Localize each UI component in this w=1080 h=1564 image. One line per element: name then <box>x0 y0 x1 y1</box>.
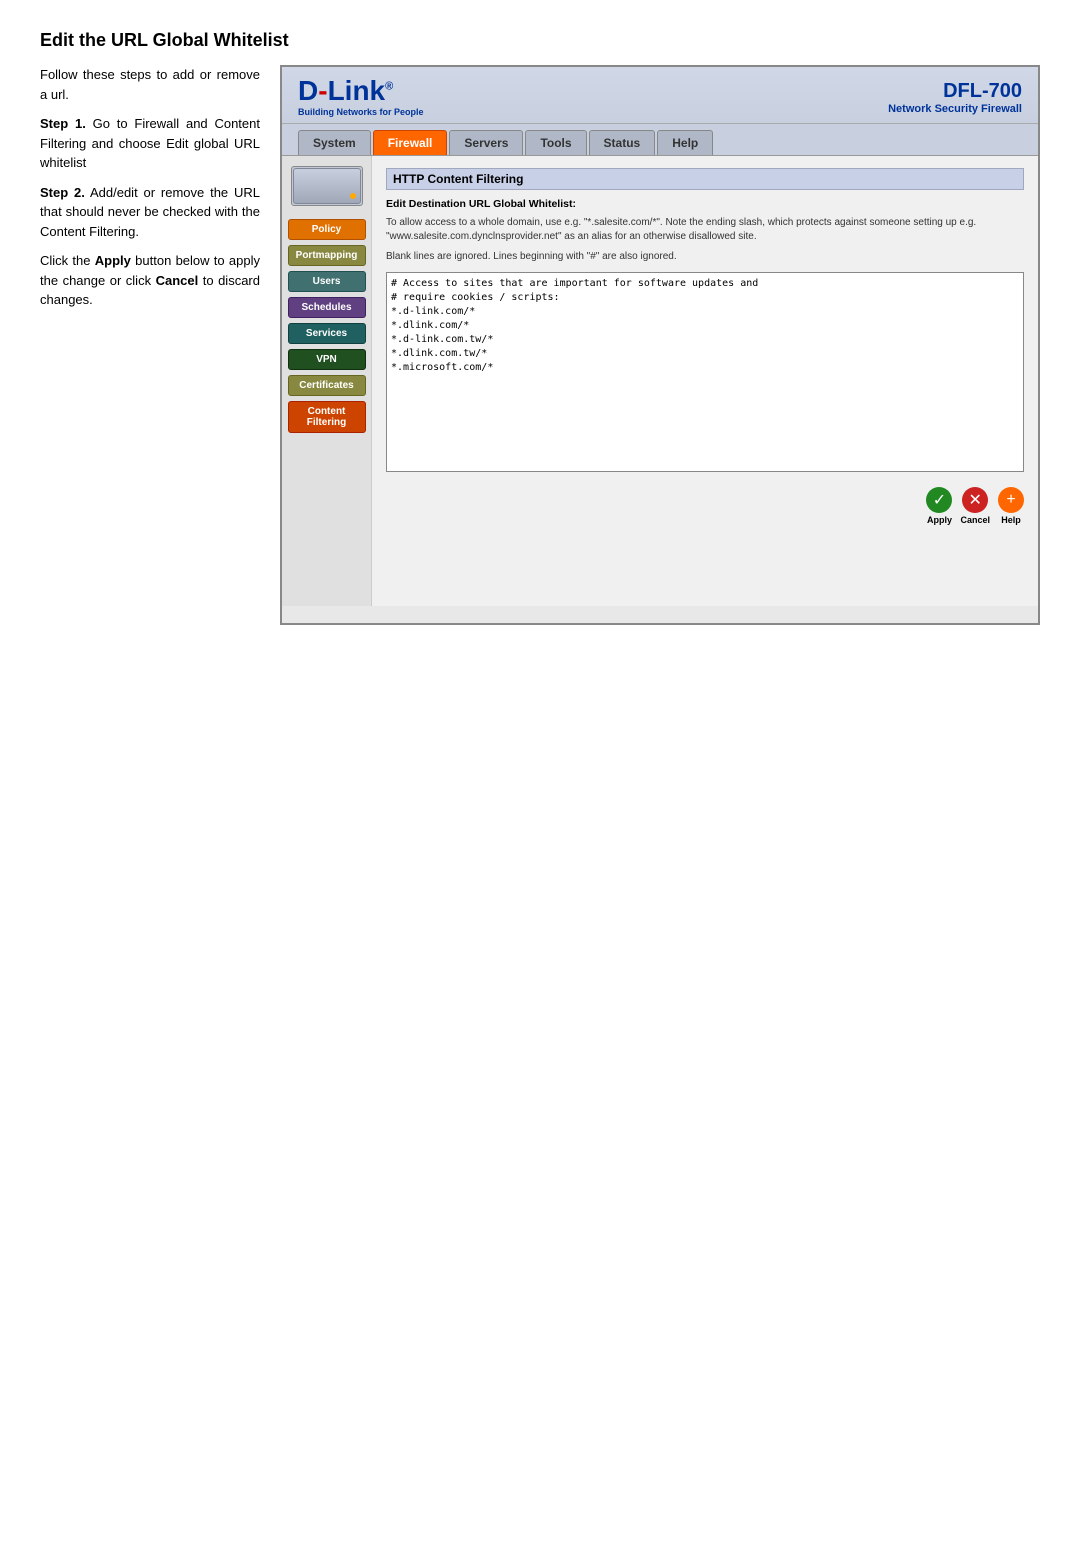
sidebar-btn-policy[interactable]: Policy <box>288 219 366 240</box>
apply-label: Apply <box>927 515 952 525</box>
step1-label: Step 1. <box>40 116 86 131</box>
cancel-label: Cancel <box>960 515 990 525</box>
sidebar-btn-portmapping[interactable]: Portmapping <box>288 245 366 266</box>
tab-system[interactable]: System <box>298 130 371 155</box>
step3-text: Click the <box>40 253 95 268</box>
content-note2: Blank lines are ignored. Lines beginning… <box>386 250 1024 264</box>
content-description: Edit Destination URL Global Whitelist: <box>386 198 1024 210</box>
help-icon[interactable]: + <box>998 487 1024 513</box>
tab-firewall[interactable]: Firewall <box>373 130 448 155</box>
sidebar-btn-content-filtering[interactable]: Content Filtering <box>288 401 366 433</box>
router-header: D-Link® Building Networks for People DFL… <box>282 67 1038 124</box>
brand-name: D-Link® <box>298 77 393 105</box>
brand-tagline: Building Networks for People <box>298 107 424 117</box>
apply-action[interactable]: ✓ Apply <box>926 487 952 525</box>
router-panel: D-Link® Building Networks for People DFL… <box>280 65 1040 625</box>
sidebar-btn-vpn[interactable]: VPN <box>288 349 366 370</box>
intro-text: Follow these steps to add or remove a ur… <box>40 65 260 104</box>
cancel-action[interactable]: ✕ Cancel <box>960 487 990 525</box>
help-label: Help <box>1001 515 1021 525</box>
device-image <box>291 166 363 206</box>
tab-status[interactable]: Status <box>589 130 656 155</box>
whitelist-textarea[interactable] <box>386 272 1024 472</box>
product-description: Network Security Firewall <box>888 103 1022 115</box>
section-title: HTTP Content Filtering <box>386 168 1024 190</box>
content-note1: To allow access to a whole domain, use e… <box>386 216 1024 244</box>
product-model: DFL-700 <box>888 80 1022 103</box>
sidebar-btn-certificates[interactable]: Certificates <box>288 375 366 396</box>
sidebar-btn-users[interactable]: Users <box>288 271 366 292</box>
tab-servers[interactable]: Servers <box>449 130 523 155</box>
instructions-panel: Follow these steps to add or remove a ur… <box>40 65 260 320</box>
apply-icon[interactable]: ✓ <box>926 487 952 513</box>
content-area: Policy Portmapping Users Schedules Servi… <box>282 156 1038 606</box>
page-title: Edit the URL Global Whitelist <box>40 30 1040 51</box>
tab-help[interactable]: Help <box>657 130 713 155</box>
step3: Click the Apply button below to apply th… <box>40 251 260 310</box>
main-content: HTTP Content Filtering Edit Destination … <box>372 156 1038 606</box>
step3-apply: Apply <box>95 253 131 268</box>
sidebar-btn-services[interactable]: Services <box>288 323 366 344</box>
sidebar-nav: Policy Portmapping Users Schedules Servi… <box>282 156 372 606</box>
action-bar: ✓ Apply ✕ Cancel + Help <box>386 483 1024 529</box>
dlink-logo: D-Link® Building Networks for People <box>298 77 424 117</box>
device-shape <box>293 168 361 204</box>
tab-tools[interactable]: Tools <box>525 130 586 155</box>
step2-label: Step 2. <box>40 185 85 200</box>
sidebar-btn-schedules[interactable]: Schedules <box>288 297 366 318</box>
nav-tabs: System Firewall Servers Tools Status Hel… <box>282 124 1038 156</box>
product-info: DFL-700 Network Security Firewall <box>888 80 1022 115</box>
cancel-icon[interactable]: ✕ <box>962 487 988 513</box>
step1: Step 1. Go to Firewall and Content Filte… <box>40 114 260 173</box>
step3-cancel: Cancel <box>156 273 199 288</box>
step2: Step 2. Add/edit or remove the URL that … <box>40 183 260 242</box>
help-action[interactable]: + Help <box>998 487 1024 525</box>
